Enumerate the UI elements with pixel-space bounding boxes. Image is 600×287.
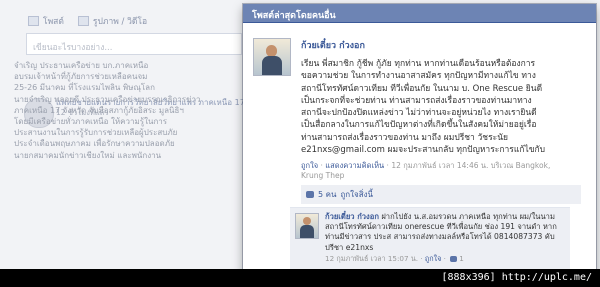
post-text-line: เป็นกระจกที่จะช่วยท่าน ท่านสามารถส่งเรื่… [301, 95, 532, 106]
comment-body: ก้วยเตี๋ยว ก๋วงอก ฝากไปยัง น.ส.อมรวดน ภา… [325, 212, 565, 264]
likes-summary-bar[interactable]: 5 คน ถูกใจสิ่งนี้ [301, 185, 581, 205]
text-line: จำเริญ ประธานเครือข่าย บก.ภาคเหนือ [14, 61, 149, 70]
post-text-line: เป็นสื่อกลางในการแก้ไขปัญหาต่างที่เกิดขึ… [301, 120, 537, 131]
comment-like-count[interactable]: 1 [459, 254, 464, 263]
avatar-head [303, 217, 311, 225]
tab-photo-video[interactable]: รูปภาพ / วิดีโอ [77, 14, 148, 28]
thumbs-up-icon [450, 255, 458, 262]
tab-photo-label: รูปภาพ / วิดีโอ [92, 17, 148, 27]
text-line: 25-26 มีนาคม ที่โรงแรมไพลิน พิษณุโลก [14, 83, 155, 93]
tab-status[interactable]: โพสต์ [28, 14, 64, 28]
photo-icon [77, 16, 89, 26]
status-icon [28, 16, 39, 26]
tab-status-label: โพสต์ [43, 17, 64, 27]
comment-avatar[interactable] [295, 213, 319, 239]
post-text: เรียน พี่สมาชิก กู้ชีพ กู้ภัย ทุกท่าน หา… [301, 58, 586, 156]
post-text-line: e21nxs@gmail.com ผมจะประสานกลับ ทุกปัญหา… [301, 145, 546, 156]
composer-input[interactable]: เขียนอะไรบางอย่าง... [26, 33, 242, 55]
post-text-line: ขอความช่วย ในการทำงานอาสาสมัคร ทุกปัญหาม… [301, 71, 536, 82]
comment-item: ก้วยเตี๋ยว ก๋วงอก ฝากไปยัง น.ส.อมรวดน ภา… [290, 207, 570, 270]
text-line: ภาคเหนือ 17 จังหวัด จับมือสภากู้ภัยอิสระ… [14, 105, 184, 115]
text-line: นายกสมาคมนักข่าวเชียงใหม่ และพนักงาน [14, 150, 162, 160]
comment-like-link[interactable]: ถูกใจ [425, 254, 441, 263]
popup-header: โพสต์ล่าสุดโดยคนอื่น [243, 4, 596, 23]
avatar-body [262, 56, 282, 75]
post-author-name[interactable]: ก้วยเตี๋ยว ก๋วงอก [301, 38, 365, 52]
post-text-line: สถานีโทรทัศน์ดาวเทียม ทีวีเพื่อนกัย ในนา… [301, 83, 543, 94]
likes-suffix: ถูกใจสิ่งนี้ [340, 190, 373, 200]
image-host-watermark: [888x396] http://uplc.me/ [0, 269, 600, 287]
recent-posts-popup: โพสต์ล่าสุดโดยคนอื่น ก้วยเตี๋ยว ก๋วงอก เ… [243, 4, 596, 287]
text-line: อบรมเจ้าหน้าที่กู้ภัยการช่วยเหลือคนจม [14, 72, 148, 82]
text-line: โดยมีเครือข่ายทั่วภาคเหนือ ให้ความรู้ในก… [14, 117, 168, 127]
text-line: ประสานงานในการรู้รับการช่วยเหลือผู้ประสบ… [14, 128, 178, 138]
avatar-body [300, 225, 314, 238]
post-content: ก้วยเตี๋ยว ก๋วงอก เรียน พี่สมาชิก กู้ชีพ… [301, 38, 586, 205]
background-post-text: จำเริญ ประธานเครือข่าย บก.ภาคเหนือ อบรมเ… [14, 60, 238, 161]
comment-author[interactable]: ก้วยเตี๋ยว ก๋วงอก [325, 212, 379, 221]
comment-meta: 12 กุมภาพันธ์ เวลา 15:07 น. · ถูกใจ · 1 [325, 253, 464, 263]
likes-count[interactable]: 5 คน [318, 188, 336, 201]
post-text-line: สถานีจะปกป้องปิดแหล่งข่าว ไม่ว่าท่านจะอย… [301, 108, 537, 119]
post-location: Krung Thep [301, 171, 345, 181]
post-text-line: เรียน พี่สมาชิก กู้ชีพ กู้ภัย ทุกท่าน หา… [301, 59, 536, 69]
composer-tabs: โพสต์ รูปภาพ / วิดีโอ [28, 14, 147, 28]
post-meta: ถูกใจ · แสดงความคิดเห็น · 12 กุมภาพันธ์ … [301, 161, 586, 181]
post-text-line: ท่านสามารถส่งเรื่องราวของท่าน มาถึง ผมปร… [301, 132, 508, 143]
text-line: นายจำเริญ พลอยดี ประธานเครือข่ายบรรณาธิก… [14, 94, 201, 104]
text-line: ประจำเดือนพฤษภาคม เพื่อรักษาความปลอดภัย [14, 139, 175, 149]
comment-timestamp[interactable]: 12 กุมภาพันธ์ เวลา 15:07 น. [325, 254, 418, 263]
author-avatar[interactable] [253, 38, 291, 76]
comment-link[interactable]: แสดงความคิดเห็น [325, 161, 384, 170]
post-timestamp[interactable]: 12 กุมภาพันธ์ เวลา 14:46 น. บริเวณ Bangk… [391, 161, 550, 170]
like-link[interactable]: ถูกใจ [301, 161, 318, 170]
thumbs-up-icon [306, 191, 314, 199]
